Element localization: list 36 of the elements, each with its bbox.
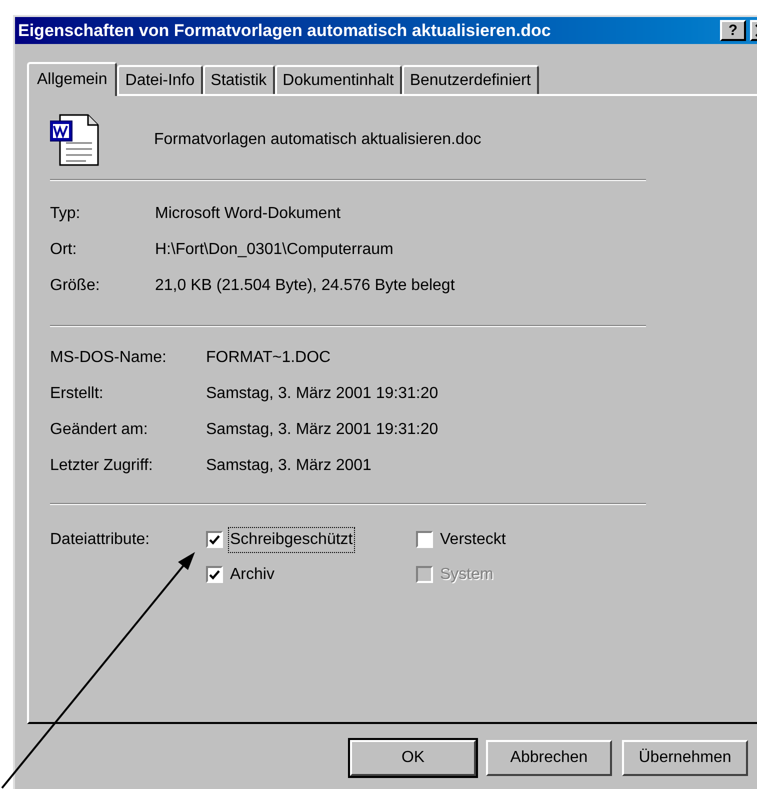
checkbox[interactable]: [206, 531, 223, 548]
document-icon: [50, 113, 102, 167]
field-label: Erstellt:: [50, 384, 104, 404]
checkbox-label: System: [439, 564, 494, 584]
field-value: Samstag, 3. März 2001 19:31:20: [206, 420, 438, 440]
tab[interactable]: Statistik: [202, 65, 275, 94]
field-label: MS-DOS-Name:: [50, 348, 168, 368]
field-value: H:\Fort\Don_0301\Computerraum: [155, 240, 394, 260]
checkbox-label: Schreibgeschützt: [229, 528, 354, 552]
tab[interactable]: Dokumentinhalt: [274, 65, 402, 94]
file-name: Formatvorlagen automatisch aktualisieren.doc: [154, 130, 482, 150]
attributes-label: Dateiattribute:: [50, 530, 151, 550]
field-value: 21,0 KB (21.504 Byte), 24.576 Byte belegt: [155, 276, 455, 296]
tab[interactable]: Datei-Info: [117, 65, 203, 94]
field-value: FORMAT~1.DOC: [206, 348, 331, 368]
checkmark-icon: [209, 534, 220, 544]
field-label: Letzter Zugriff:: [50, 456, 154, 476]
checkbox[interactable]: [416, 531, 433, 548]
checkmark-icon: [209, 570, 220, 580]
field-label: Größe:: [50, 276, 101, 296]
dialog-button[interactable]: Abbrechen: [486, 740, 612, 776]
dialog-button[interactable]: OK: [350, 740, 476, 776]
field-value: Microsoft Word-Dokument: [155, 204, 341, 224]
field-label: Typ:: [50, 204, 82, 224]
field-value: Samstag, 3. März 2001: [206, 456, 372, 476]
field-label: Ort:: [50, 240, 78, 260]
tab[interactable]: Benutzerdefiniert: [402, 65, 539, 94]
checkbox-label: Archiv: [229, 564, 276, 584]
window-title: Eigenschaften von Formatvorlagen automatisch aktualisieren.doc: [18, 20, 552, 42]
field-value: Samstag, 3. März 2001 19:31:20: [206, 384, 438, 404]
field-label: Geändert am:: [50, 420, 149, 440]
checkbox-label: Versteckt: [439, 530, 507, 550]
help-button[interactable]: ?: [720, 20, 746, 41]
tab[interactable]: Allgemein: [27, 62, 118, 96]
dialog-button[interactable]: Übernehmen: [622, 740, 748, 776]
checkbox[interactable]: [206, 566, 223, 583]
